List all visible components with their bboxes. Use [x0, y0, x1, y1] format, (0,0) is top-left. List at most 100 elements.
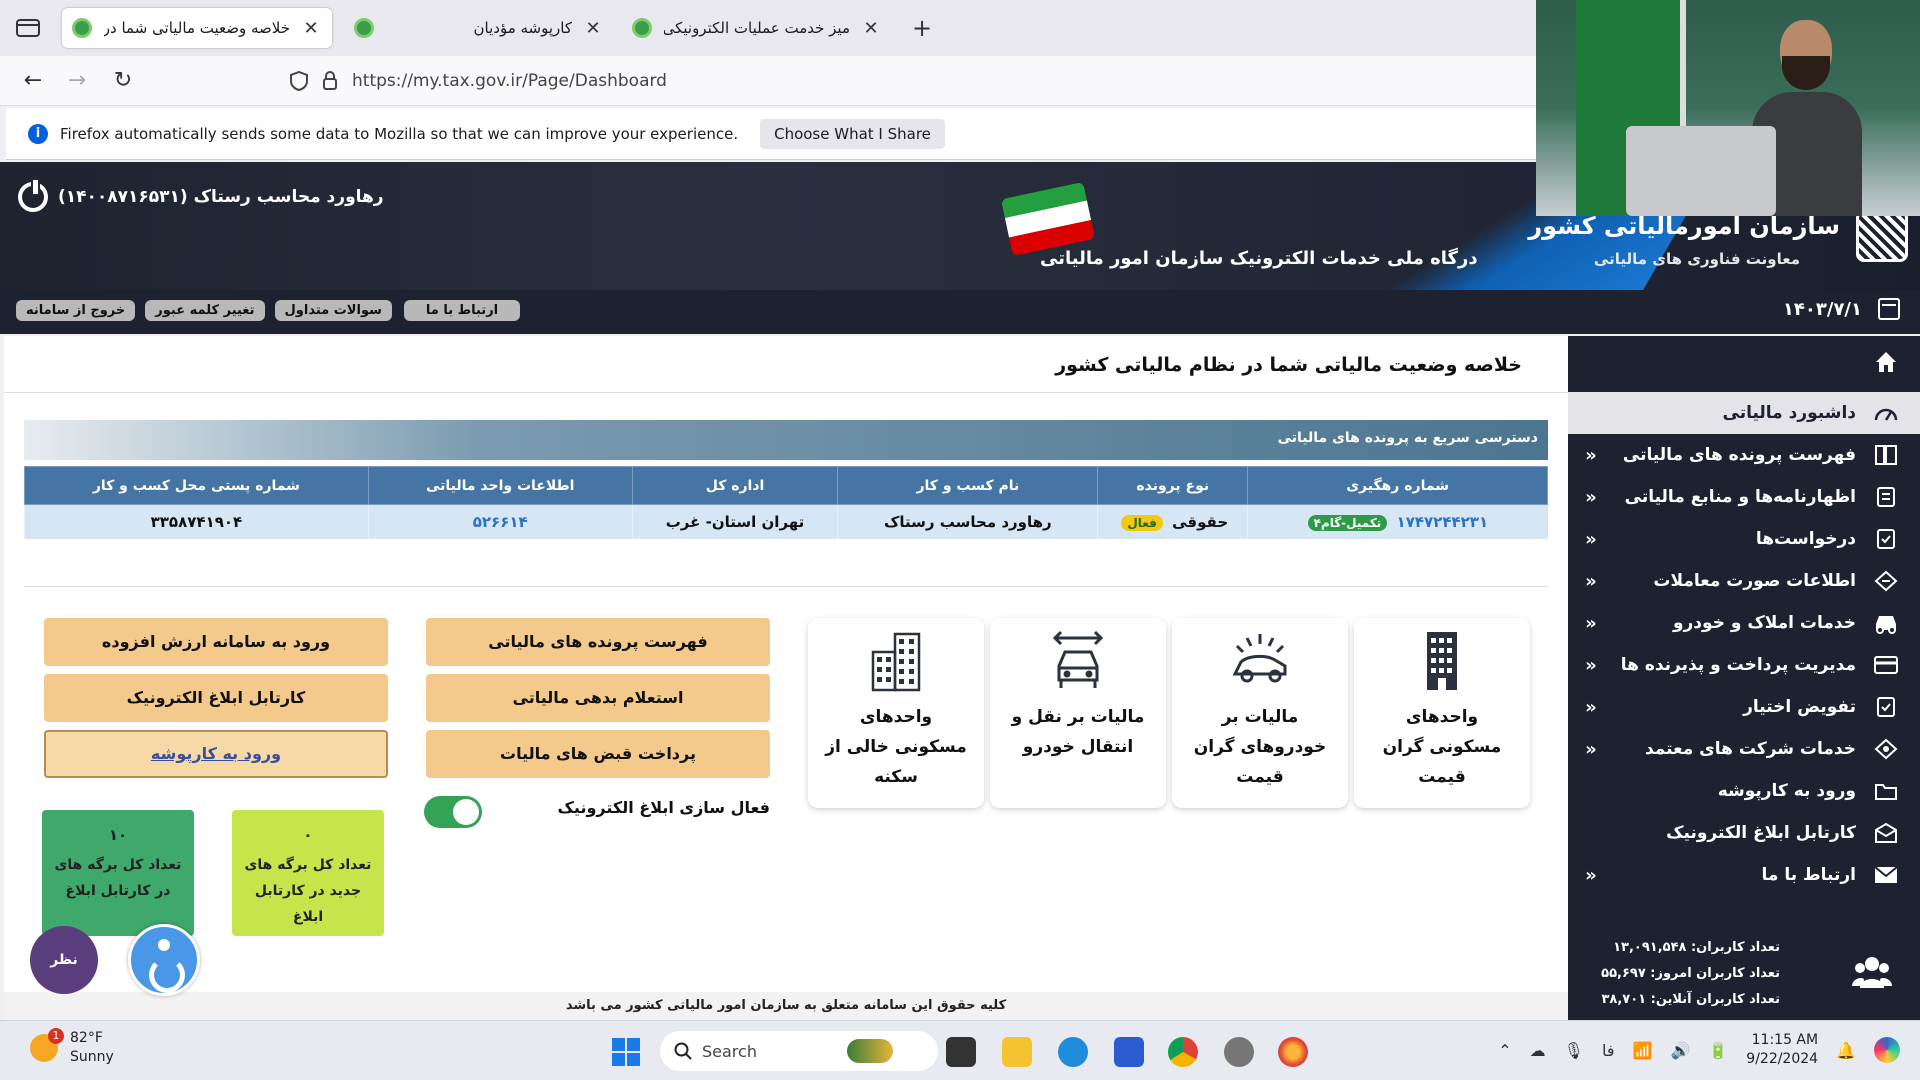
- battery-icon[interactable]: 🔋: [1708, 1041, 1728, 1060]
- task-view-icon[interactable]: [946, 1037, 976, 1067]
- url-text[interactable]: https://my.tax.gov.ir/Page/Dashboard: [352, 71, 667, 91]
- sidebar-item-transactions[interactable]: اطلاعات صورت معاملات «: [1568, 560, 1920, 602]
- sidebar-item-declarations[interactable]: اظهارنامه‌ها و منابع مالیاتی «: [1568, 476, 1920, 518]
- back-arrow-icon[interactable]: ←: [18, 66, 48, 96]
- faq-button[interactable]: سوالات متداول: [274, 300, 392, 321]
- notification-bell-icon[interactable]: 🔔: [1836, 1041, 1856, 1060]
- tab-service-desk[interactable]: میز خدمت عملیات الکترونیکی ما ✕: [622, 8, 892, 48]
- file-explorer-icon[interactable]: [1002, 1037, 1032, 1067]
- business-name-cell: رهاورد محاسب رستاک: [837, 504, 1098, 539]
- change-password-button[interactable]: تغییر کلمه عبور: [145, 300, 265, 321]
- pay-tax-bills-button[interactable]: پرداخت قبض های مالیات: [426, 730, 770, 778]
- chevron-left-icon: «: [1585, 654, 1597, 676]
- e-notice-inbox-button[interactable]: کارتابل ابلاغ الکترونیک: [44, 674, 388, 722]
- e-notice-toggle[interactable]: [424, 796, 482, 828]
- declaration-icon: [1870, 485, 1902, 509]
- today-users: تعداد کاربران امروز: ۵۵,۶۹۷: [1601, 966, 1780, 981]
- settings-gear-icon[interactable]: [1224, 1037, 1254, 1067]
- active-badge: فعال: [1121, 514, 1163, 531]
- close-tab-icon[interactable]: ✕: [300, 18, 322, 39]
- telemetry-notification: i Firefox automatically sends some data …: [6, 108, 1536, 160]
- weather-widget[interactable]: 1 82°F Sunny: [30, 1028, 114, 1067]
- new-tab-button[interactable]: +: [912, 14, 932, 42]
- sidebar-item-delegation[interactable]: تفویض اختیار «: [1568, 686, 1920, 728]
- chevron-left-icon: «: [1585, 612, 1597, 634]
- sidebar-item-enter-folder[interactable]: ورود به کارپوشه: [1568, 770, 1920, 812]
- unit-info-cell[interactable]: ۵۲۶۶۱۴: [367, 504, 633, 539]
- page-title: خلاصه وضعیت مالیاتی شما در نظام مالیاتی …: [1055, 354, 1522, 376]
- tracking-no-cell[interactable]: ۱۷۴۷۲۴۴۲۳۱ تکمیل-گام۴: [1247, 504, 1548, 539]
- wifi-icon[interactable]: 📶: [1633, 1041, 1653, 1060]
- sidebar-item-contact[interactable]: ارتباط با ما «: [1568, 854, 1920, 896]
- chevron-up-icon[interactable]: ⌃: [1498, 1041, 1511, 1060]
- car-transfer-tax-card[interactable]: مالیات بر نقل و انتقال خودرو: [990, 618, 1166, 808]
- chevron-left-icon: «: [1585, 570, 1597, 592]
- car-icon: [1870, 611, 1902, 635]
- building-icon: [1427, 632, 1457, 690]
- table-row[interactable]: ۱۷۴۷۲۴۴۲۳۱ تکمیل-گام۴ حقوقی فعال رهاورد …: [24, 504, 1548, 539]
- close-tab-icon[interactable]: ✕: [860, 18, 882, 39]
- portal-toolbar: خروج از سامانه تغییر کلمه عبور سوالات مت…: [0, 290, 1920, 334]
- contact-us-button[interactable]: ارتباط با ما: [403, 300, 521, 321]
- luxury-housing-card[interactable]: واحدهای مسکونی گران قیمت: [1354, 618, 1530, 808]
- laptop-shape: [1626, 126, 1776, 216]
- power-icon[interactable]: [18, 178, 48, 212]
- postal-code-cell: ۳۳۵۸۷۴۱۹۰۴: [24, 504, 369, 539]
- tax-files-list-button[interactable]: فهرست پرونده های مالیاتی: [426, 618, 770, 666]
- sidebar-item-tax-files[interactable]: فهرست پرونده های مالیاتی «: [1568, 434, 1920, 476]
- current-date: ۱۴۰۳/۷/۱: [1782, 298, 1862, 320]
- user-stats: تعداد کاربران: ۱۳,۰۹۱,۵۴۸ تعداد کاربران …: [1568, 926, 1920, 1020]
- sidebar-item-payments[interactable]: مدیریت پرداخت و پذیرنده ها «: [1568, 644, 1920, 686]
- files-list-icon: [1870, 443, 1902, 467]
- reload-icon[interactable]: ↻: [108, 66, 138, 96]
- taskbar-search[interactable]: Search: [660, 1031, 938, 1071]
- sun-icon: 1: [30, 1028, 64, 1062]
- volume-icon[interactable]: 🔊: [1670, 1041, 1690, 1060]
- forward-arrow-icon[interactable]: →: [62, 66, 92, 96]
- copilot-icon[interactable]: [1874, 1037, 1900, 1063]
- apartment-icon: [871, 632, 921, 692]
- url-bar[interactable]: https://my.tax.gov.ir/Page/Dashboard: [290, 64, 1526, 98]
- chrome-icon[interactable]: [1168, 1037, 1198, 1067]
- sidebar-item-e-notice[interactable]: کارتابل ابلاغ الکترونیک: [1568, 812, 1920, 854]
- status-badge: تکمیل-گام۴: [1307, 514, 1388, 531]
- sidebar-item-requests[interactable]: درخواست‌ها «: [1568, 518, 1920, 560]
- vacant-housing-card[interactable]: واحدهای مسکونی خالی از سکنه: [808, 618, 984, 808]
- edge-icon[interactable]: [1058, 1037, 1088, 1067]
- close-tab-icon[interactable]: ✕: [582, 18, 604, 39]
- shield-icon[interactable]: [290, 71, 308, 91]
- vat-system-button[interactable]: ورود به سامانه ارزش افزوده: [44, 618, 388, 666]
- cloud-icon[interactable]: ☁: [1530, 1041, 1546, 1060]
- language-indicator[interactable]: فا: [1602, 1041, 1615, 1060]
- clock[interactable]: 11:15 AM 9/22/2024: [1746, 1031, 1818, 1069]
- tab-taxpayer-folder[interactable]: کارپوشه مؤدیان ✕: [344, 8, 614, 48]
- new-notices-stat[interactable]: ۰ تعداد کل برگه های جدید در کارتابل ابلا…: [232, 810, 384, 936]
- users-icon: [1852, 957, 1892, 988]
- chevron-left-icon: «: [1585, 486, 1597, 508]
- logout-button[interactable]: خروج از سامانه: [16, 300, 136, 321]
- store-icon[interactable]: [1114, 1037, 1144, 1067]
- luxury-car-tax-card[interactable]: مالیات بر خودروهای گران قیمت: [1172, 618, 1348, 808]
- firefox-icon[interactable]: [1278, 1037, 1308, 1067]
- weather-temp: 82°F: [70, 1030, 103, 1046]
- enter-folder-link[interactable]: ورود به کارپوشه: [44, 730, 388, 778]
- home-icon[interactable]: [1874, 350, 1898, 374]
- accessibility-icon[interactable]: [128, 924, 200, 996]
- sidebar-item-dashboard[interactable]: داشبورد مالیاتی: [1568, 392, 1920, 434]
- choose-what-i-share-button[interactable]: Choose What I Share: [760, 118, 945, 149]
- lock-icon[interactable]: [322, 71, 338, 91]
- microphone-icon[interactable]: 🎙: [1564, 1041, 1584, 1060]
- sidebar-item-property-car[interactable]: خدمات املاک و خودرو «: [1568, 602, 1920, 644]
- windows-start-icon[interactable]: [612, 1038, 640, 1066]
- e-notice-toggle-label: فعال سازی ابلاغ الکترونیک: [557, 798, 770, 817]
- tab-tax-summary[interactable]: خلاصه وضعیت مالیاتی شما در نـ ✕: [62, 8, 332, 48]
- iran-flag-icon: [1000, 181, 1096, 257]
- survey-button[interactable]: نظر سنجی: [30, 926, 98, 1036]
- tab-list-icon[interactable]: [14, 16, 42, 40]
- sidebar-item-trusted-companies[interactable]: خدمات شرکت های معتمد «: [1568, 728, 1920, 770]
- tax-debt-inquiry-button[interactable]: استعلام بدهی مالیاتی: [426, 674, 770, 722]
- search-icon: [674, 1042, 692, 1060]
- mail-icon: [1870, 863, 1902, 887]
- total-notices-stat[interactable]: ۱۰ تعداد کل برگه های در کارتابل ابلاغ: [42, 810, 194, 936]
- system-tray: ⌃ ☁ 🎙 فا 📶 🔊 🔋 11:15 AM 9/22/2024 🔔: [1498, 1031, 1900, 1069]
